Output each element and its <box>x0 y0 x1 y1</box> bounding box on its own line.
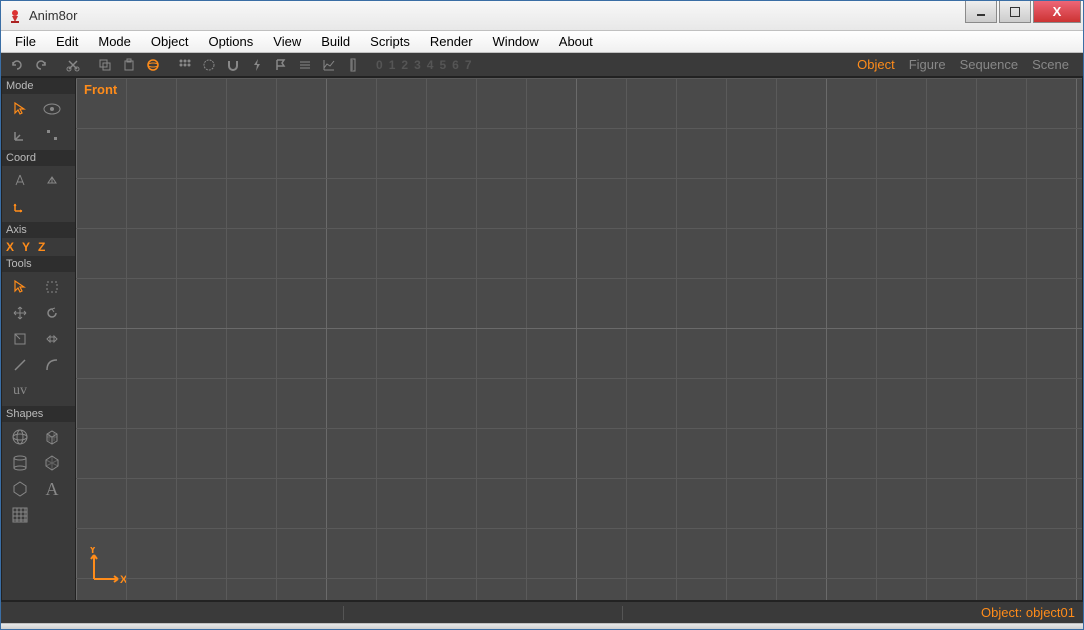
layer-5[interactable]: 5 <box>436 58 449 72</box>
menu-build[interactable]: Build <box>311 31 360 52</box>
axis-y-label: Y <box>89 547 97 556</box>
layer-0[interactable]: 0 <box>373 58 386 72</box>
statusbar: Object: object01 <box>1 601 1083 623</box>
tab-figure[interactable]: Figure <box>909 57 946 72</box>
ruler-icon[interactable] <box>343 55 363 75</box>
rotate-tool-icon[interactable] <box>36 300 68 326</box>
section-mode-header: Mode <box>2 78 75 94</box>
tab-object[interactable]: Object <box>857 57 895 72</box>
layer-3[interactable]: 3 <box>411 58 424 72</box>
menu-render[interactable]: Render <box>420 31 483 52</box>
cut-icon[interactable] <box>63 55 83 75</box>
window-title: Anim8or <box>29 8 965 23</box>
app-icon <box>7 8 23 24</box>
main-area: Mode Coord Axis X Y Z Tools <box>1 77 1083 601</box>
cube-shape-icon[interactable] <box>36 424 68 450</box>
select-arrow-icon[interactable] <box>4 274 36 300</box>
viewport-label: Front <box>84 82 117 97</box>
move-axis-icon[interactable] <box>4 122 36 148</box>
hexagon-shape-icon[interactable] <box>4 476 36 502</box>
text-shape-icon[interactable]: A <box>36 476 68 502</box>
polyhedron-shape-icon[interactable] <box>36 450 68 476</box>
minimize-button[interactable] <box>965 1 997 23</box>
axis-z[interactable]: Z <box>38 240 45 254</box>
line-tool-icon[interactable] <box>4 352 36 378</box>
tab-sequence[interactable]: Sequence <box>960 57 1019 72</box>
curve-tool-icon[interactable] <box>36 352 68 378</box>
section-tools-header: Tools <box>2 256 75 272</box>
menu-mode[interactable]: Mode <box>88 31 141 52</box>
viewport[interactable]: Front Y X <box>76 78 1082 600</box>
pointer-icon[interactable] <box>4 96 36 122</box>
lightning-icon[interactable] <box>247 55 267 75</box>
menu-about[interactable]: About <box>549 31 603 52</box>
section-axis-header: Axis <box>2 222 75 238</box>
menu-file[interactable]: File <box>5 31 46 52</box>
eye-icon[interactable] <box>36 96 68 122</box>
coord-screen-icon[interactable] <box>4 194 36 220</box>
copy-icon[interactable] <box>95 55 115 75</box>
toolbar: 0 1 2 3 4 5 6 7 Object Figure Sequence S… <box>1 53 1083 77</box>
menu-view[interactable]: View <box>263 31 311 52</box>
titlebar: Anim8or X <box>1 1 1083 31</box>
section-shapes-header: Shapes <box>2 406 75 422</box>
close-button[interactable]: X <box>1033 1 1081 23</box>
section-coord-header: Coord <box>2 150 75 166</box>
uv-tool-icon[interactable]: uv <box>4 378 36 404</box>
coord-object-icon[interactable] <box>36 168 68 194</box>
marquee-icon[interactable] <box>36 274 68 300</box>
left-panel: Mode Coord Axis X Y Z Tools <box>2 78 76 600</box>
chart-icon[interactable] <box>319 55 339 75</box>
flag-icon[interactable] <box>271 55 291 75</box>
tab-scene[interactable]: Scene <box>1032 57 1069 72</box>
menu-object[interactable]: Object <box>141 31 199 52</box>
maximize-button[interactable] <box>999 1 1031 23</box>
axis-x[interactable]: X <box>6 240 14 254</box>
sphere-shape-icon[interactable] <box>4 424 36 450</box>
dots-grid-icon[interactable] <box>175 55 195 75</box>
window-bottom-border <box>1 623 1083 629</box>
layer-7[interactable]: 7 <box>462 58 475 72</box>
scale-uniform-icon[interactable] <box>36 326 68 352</box>
paste-icon[interactable] <box>119 55 139 75</box>
undo-icon[interactable] <box>7 55 27 75</box>
cylinder-shape-icon[interactable] <box>4 450 36 476</box>
scale-nonuniform-icon[interactable] <box>4 326 36 352</box>
grid-shape-icon[interactable] <box>4 502 36 528</box>
rotate-icon[interactable] <box>199 55 219 75</box>
menu-window[interactable]: Window <box>483 31 549 52</box>
layer-1[interactable]: 1 <box>386 58 399 72</box>
magnet-icon[interactable] <box>223 55 243 75</box>
sphere-active-icon[interactable] <box>143 55 163 75</box>
axis-indicator: Y X <box>86 547 126 590</box>
menu-scripts[interactable]: Scripts <box>360 31 420 52</box>
menu-options[interactable]: Options <box>198 31 263 52</box>
lines-icon[interactable] <box>295 55 315 75</box>
window-controls: X <box>965 1 1083 30</box>
layer-2[interactable]: 2 <box>398 58 411 72</box>
status-object-text: Object: object01 <box>981 605 1075 620</box>
app-window: Anim8or X File Edit Mode Object Options … <box>0 0 1084 630</box>
axis-x-label: X <box>120 574 126 586</box>
menubar: File Edit Mode Object Options View Build… <box>1 31 1083 53</box>
menu-edit[interactable]: Edit <box>46 31 88 52</box>
mode-tabs: Object Figure Sequence Scene <box>857 57 1079 72</box>
axis-y[interactable]: Y <box>22 240 30 254</box>
coord-world-icon[interactable] <box>4 168 36 194</box>
layer-6[interactable]: 6 <box>449 58 462 72</box>
redo-icon[interactable] <box>31 55 51 75</box>
grid-canvas <box>76 78 1082 600</box>
move-icon[interactable] <box>4 300 36 326</box>
points-icon[interactable] <box>36 122 68 148</box>
layer-4[interactable]: 4 <box>424 58 437 72</box>
